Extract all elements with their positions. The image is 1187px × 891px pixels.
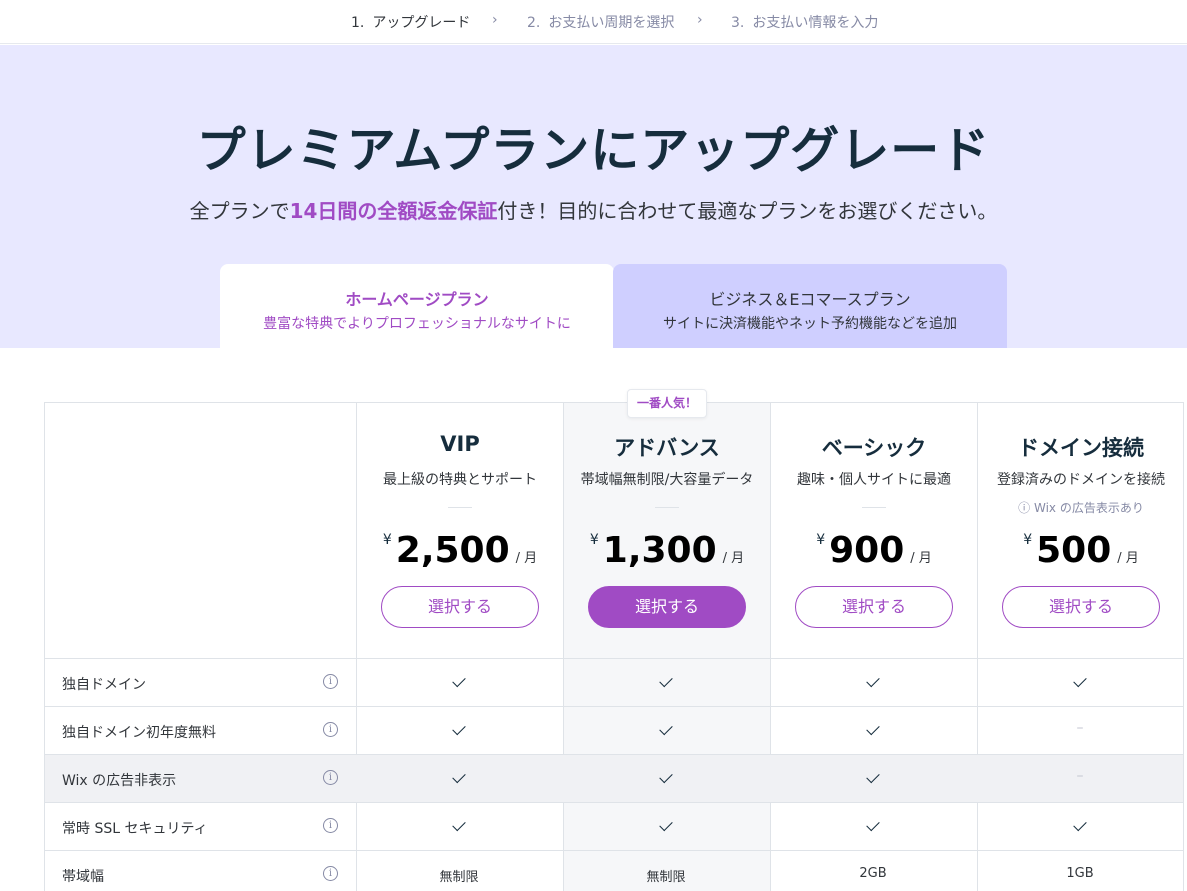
plan-name: ベーシック — [821, 436, 927, 460]
step-upgrade: 1. アップグレード — [351, 15, 471, 31]
hero-section: プレミアムプランにアップグレード 全プランで14日間の全額返金保証付き！目的に合… — [0, 45, 1187, 348]
divider — [655, 507, 679, 508]
table-row: Wix の広告非表示 i – — [45, 754, 1183, 802]
feature-value: 無制限 — [439, 870, 479, 885]
check-icon — [813, 720, 933, 736]
info-icon[interactable]: i — [323, 770, 338, 785]
feature-value: 2GB — [859, 866, 887, 881]
info-icon[interactable]: i — [323, 722, 338, 737]
info-icon[interactable]: i — [323, 866, 338, 881]
tab-homepage-plans[interactable]: ホームページプラン 豊富な特典でよりプロフェッショナルなサイトに — [220, 264, 614, 348]
plan-price: ¥1,300/ 月 — [589, 530, 745, 571]
feature-value: 無制限 — [646, 870, 686, 885]
checkout-steps: 1. アップグレード › 2. お支払い周期を選択 › 3. お支払い情報を入力 — [0, 0, 1187, 44]
feature-label: 常時 SSL セキュリティ — [62, 821, 208, 837]
step-billing-cycle: 2. お支払い周期を選択 — [527, 15, 675, 31]
not-included-dash: – — [1076, 720, 1084, 736]
check-icon — [399, 816, 519, 832]
table-row: 独自ドメイン初年度無料 i – — [45, 706, 1183, 754]
select-vip-button[interactable]: 選択する — [381, 586, 539, 628]
check-icon — [1020, 672, 1140, 688]
info-icon[interactable]: i — [323, 674, 338, 689]
plan-name: ドメイン接続 — [1018, 436, 1144, 460]
tab-business-ecommerce-plans[interactable]: ビジネス＆Eコマースプラン サイトに決済機能やネット予約機能などを追加 — [613, 264, 1007, 348]
select-advanced-button[interactable]: 選択する — [588, 586, 746, 628]
check-icon — [813, 816, 933, 832]
plan-description: 最上級の特典とサポート — [383, 472, 537, 488]
plan-name: アドバンス — [614, 436, 720, 460]
divider — [862, 507, 886, 508]
feature-value: 1GB — [1066, 866, 1094, 881]
check-icon — [399, 720, 519, 736]
plan-description: 趣味・個人サイトに最適 — [797, 472, 951, 488]
plan-description: 帯域幅無制限/大容量データ — [580, 472, 754, 488]
not-included-dash: – — [1076, 768, 1084, 784]
step-payment-info: 3. お支払い情報を入力 — [731, 15, 879, 31]
info-icon[interactable]: i — [323, 818, 338, 833]
feature-label: Wix の広告非表示 — [62, 773, 177, 789]
table-row: 常時 SSL セキュリティ i — [45, 802, 1183, 850]
refund-guarantee-highlight: 14日間の全額返金保証 — [289, 199, 498, 223]
feature-label: 独自ドメイン初年度無料 — [62, 725, 216, 741]
table-row: 独自ドメイン i — [45, 658, 1183, 706]
plan-price: ¥900/ 月 — [816, 530, 932, 571]
check-icon — [813, 672, 933, 688]
feature-label: 帯域幅 — [62, 869, 104, 885]
divider — [448, 507, 472, 508]
plan-description: 登録済みのドメインを接続 — [997, 472, 1165, 488]
select-basic-button[interactable]: 選択する — [795, 586, 953, 628]
check-icon — [606, 768, 726, 784]
feature-label: 独自ドメイン — [62, 677, 146, 693]
check-icon — [399, 768, 519, 784]
chevron-right-icon: › — [697, 12, 703, 28]
page-title: プレミアムプランにアップグレード — [196, 122, 991, 179]
check-icon — [606, 720, 726, 736]
plan-name: VIP — [440, 432, 480, 456]
table-row: 帯域幅 i 無制限 無制限 2GB 1GB — [45, 850, 1183, 891]
plan-comparison-table: VIP 最上級の特典とサポート ¥2,500/ 月 選択する 一番人気！ アドバ… — [44, 389, 1184, 891]
check-icon — [1020, 816, 1140, 832]
chevron-right-icon: › — [492, 12, 498, 28]
plan-price: ¥2,500/ 月 — [382, 530, 538, 571]
ads-shown-note: ⓘ Wix の広告表示あり — [1018, 501, 1144, 515]
select-domain-connect-button[interactable]: 選択する — [1002, 586, 1160, 628]
check-icon — [606, 816, 726, 832]
check-icon — [399, 672, 519, 688]
page-subtitle: 全プランで14日間の全額返金保証付き！目的に合わせて最適なプランをお選びください… — [189, 199, 998, 223]
check-icon — [606, 672, 726, 688]
check-icon — [813, 768, 933, 784]
plan-price: ¥500/ 月 — [1023, 530, 1139, 571]
